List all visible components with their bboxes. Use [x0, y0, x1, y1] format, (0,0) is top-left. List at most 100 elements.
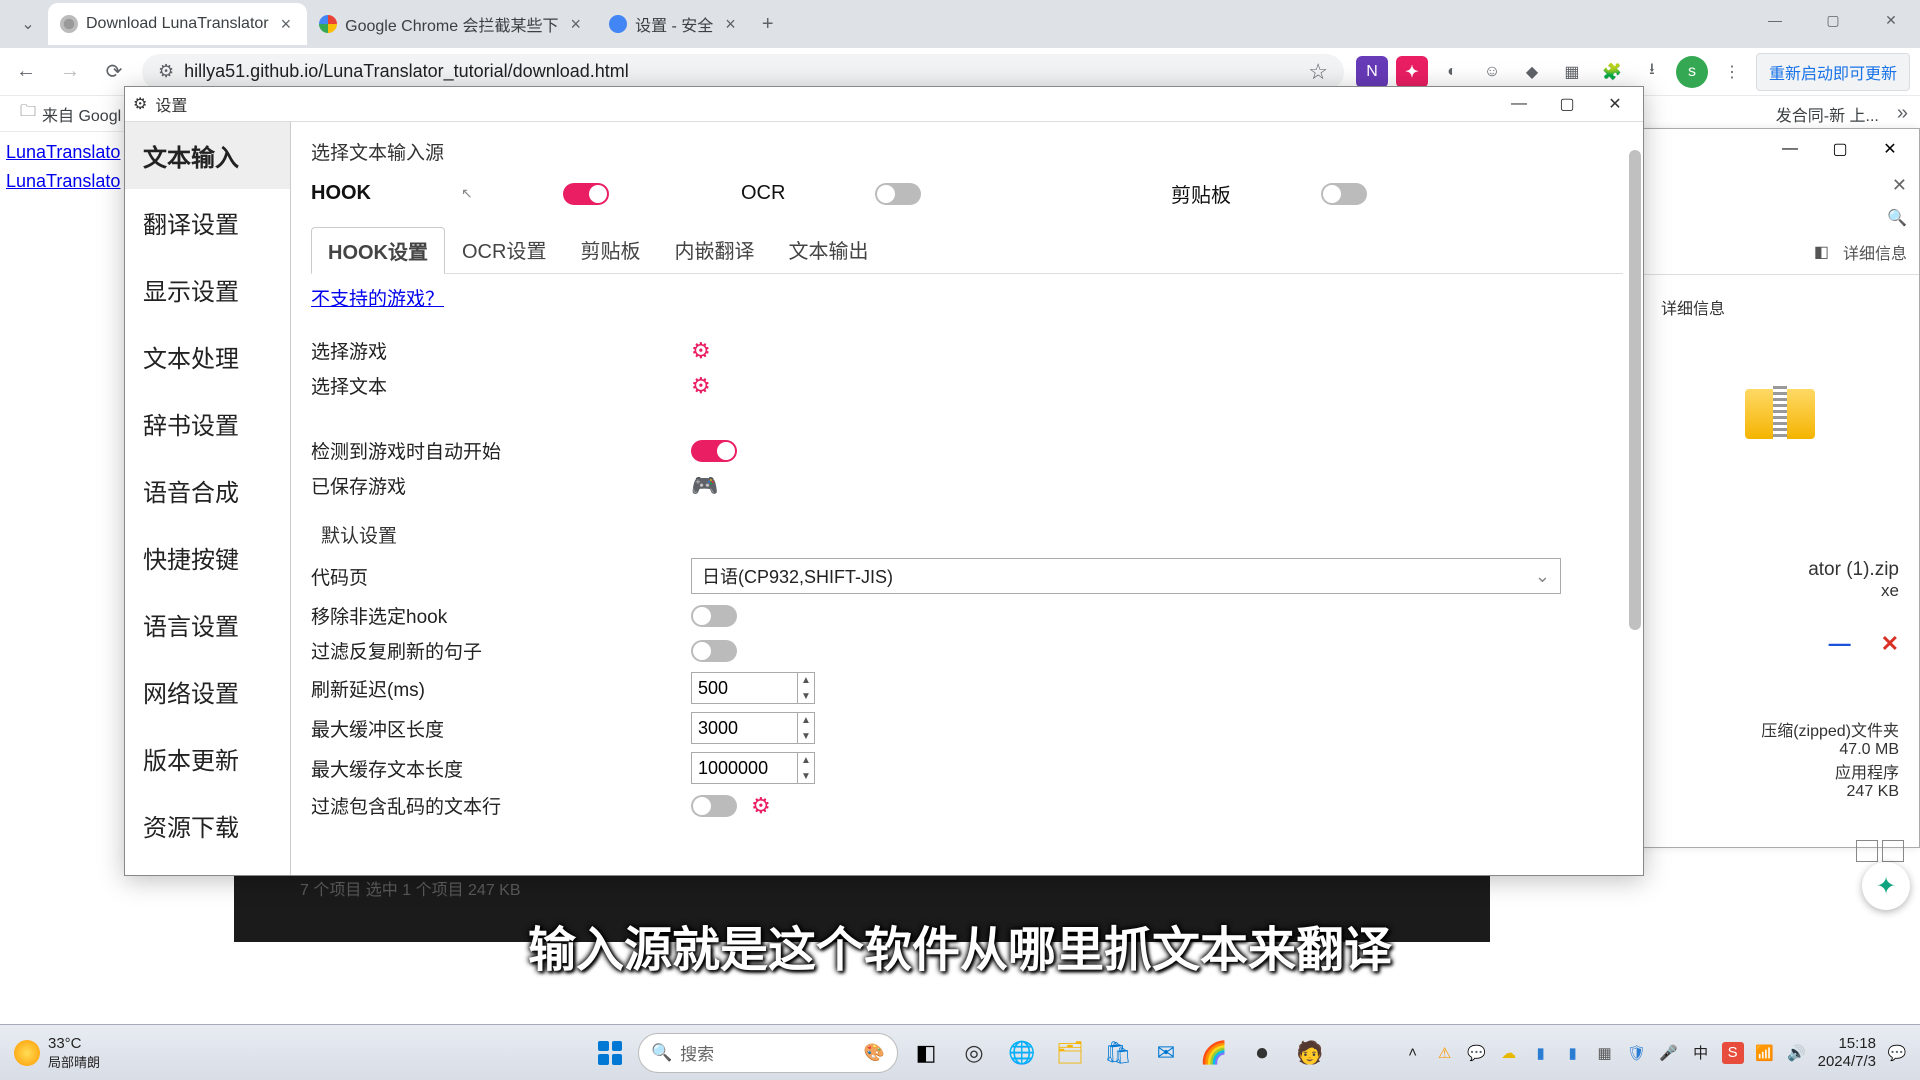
tray-app2-icon[interactable]: ▮ — [1562, 1042, 1584, 1064]
page-link-2[interactable]: LunaTranslato — [6, 167, 120, 196]
tray-input-icon[interactable]: S — [1722, 1042, 1744, 1064]
auto-start-toggle[interactable] — [691, 440, 737, 462]
codepage-select[interactable]: 日语(CP932,SHIFT-JIS) ⌄ — [691, 558, 1561, 594]
new-tab-button[interactable]: + — [752, 7, 784, 42]
taskbar-weather[interactable]: 33°C 局部晴朗 — [14, 1035, 100, 1071]
settings-maximize[interactable]: ▢ — [1547, 90, 1587, 118]
edge-icon[interactable]: 🌐 — [1002, 1033, 1042, 1073]
sidebar-item-translate[interactable]: 翻译设置 — [125, 189, 290, 256]
extension-icon-5[interactable]: ◆ — [1516, 56, 1548, 88]
unsupported-link[interactable]: 不支持的游戏？ — [311, 289, 444, 310]
browser-tab-3[interactable]: 设置 - 安全 × — [597, 3, 752, 45]
explorer-icon[interactable]: 🗂 — [1050, 1033, 1090, 1073]
remove-unselected-toggle[interactable] — [691, 605, 737, 627]
subtab-hook[interactable]: HOOK设置 — [311, 227, 445, 274]
spin-down-icon[interactable]: ▼ — [798, 728, 814, 744]
page-link-1[interactable]: LunaTranslato — [6, 138, 120, 167]
spin-down-icon[interactable]: ▼ — [798, 688, 814, 704]
start-button[interactable] — [590, 1033, 630, 1073]
explorer-close-tab-icon[interactable]: ✕ — [1892, 175, 1907, 196]
tray-mic-icon[interactable]: 🎤 — [1658, 1042, 1680, 1064]
profile-avatar[interactable]: s — [1676, 56, 1708, 88]
tray-clock[interactable]: 15:18 2024/7/3 — [1818, 1035, 1876, 1071]
spin-up-icon[interactable]: ▲ — [798, 712, 814, 728]
tray-shield-icon[interactable]: 🛡 — [1626, 1042, 1648, 1064]
view-list-icon[interactable] — [1856, 840, 1878, 862]
sidebar-item-hotkey[interactable]: 快捷按键 — [125, 524, 290, 591]
view-grid-icon[interactable] — [1882, 840, 1904, 862]
subtab-output[interactable]: 文本输出 — [771, 226, 885, 273]
gamepad-icon[interactable]: 🎮 — [691, 473, 718, 499]
close-button[interactable]: ✕ — [1862, 0, 1920, 40]
explorer-minimize[interactable]: — — [1767, 133, 1813, 165]
source-clip-toggle[interactable] — [1321, 183, 1367, 205]
taskbar-search[interactable]: 🔍 搜索 🎨 — [638, 1033, 898, 1073]
mail-icon[interactable]: ✉ — [1146, 1033, 1186, 1073]
filter-refresh-toggle[interactable] — [691, 640, 737, 662]
tray-ime-icon[interactable]: 中 — [1690, 1042, 1712, 1064]
filter-garbage-gear-icon[interactable]: ⚙ — [751, 793, 771, 819]
bookmark-folder[interactable]: 🗀 来自 Googl — [12, 96, 129, 131]
store-icon[interactable]: 🛍 — [1098, 1033, 1138, 1073]
filter-garbage-toggle[interactable] — [691, 795, 737, 817]
sidebar-item-text-input[interactable]: 文本输入 — [125, 122, 290, 189]
settings-minimize[interactable]: — — [1499, 90, 1539, 118]
menu-icon[interactable]: ⋮ — [1716, 56, 1748, 88]
refresh-delay-input[interactable]: ▲▼ — [691, 672, 815, 704]
sidebar-item-textproc[interactable]: 文本处理 — [125, 323, 290, 390]
restart-update-button[interactable]: 重新启动即可更新 — [1756, 53, 1910, 91]
max-cache-input[interactable]: ▲▼ — [691, 752, 815, 784]
extensions-puzzle-icon[interactable]: 🧩 — [1596, 56, 1628, 88]
maximize-button[interactable]: ▢ — [1804, 0, 1862, 40]
obs-icon[interactable]: ⏺ — [1242, 1033, 1282, 1073]
select-text-gear-icon[interactable]: ⚙ — [691, 373, 711, 399]
sidebar-item-tts[interactable]: 语音合成 — [125, 457, 290, 524]
back-button[interactable]: ← — [10, 56, 42, 88]
close-icon[interactable]: × — [721, 14, 740, 35]
minimize-button[interactable]: — — [1746, 0, 1804, 40]
taskview-icon[interactable]: ◧ — [906, 1033, 946, 1073]
tray-volume-icon[interactable]: 🔊 — [1786, 1042, 1808, 1064]
tray-wechat-icon[interactable]: 💬 — [1466, 1042, 1488, 1064]
chrome-icon[interactable]: 🌈 — [1194, 1033, 1234, 1073]
tray-onedrive-icon[interactable]: ☁ — [1498, 1042, 1520, 1064]
settings-close[interactable]: ✕ — [1595, 90, 1635, 118]
extension-icon-6[interactable]: ▦ — [1556, 56, 1588, 88]
sidebar-item-download[interactable]: 资源下载 — [125, 792, 290, 859]
subtab-ocr[interactable]: OCR设置 — [445, 226, 563, 273]
forward-button[interactable]: → — [54, 56, 86, 88]
source-hook-toggle[interactable] — [563, 183, 609, 205]
tray-app-icon[interactable]: ▮ — [1530, 1042, 1552, 1064]
subtab-clip[interactable]: 剪贴板 — [563, 226, 657, 273]
spin-up-icon[interactable]: ▲ — [798, 672, 814, 688]
extension-icon-4[interactable]: ☺ — [1476, 56, 1508, 88]
bookmarks-overflow-icon[interactable]: » — [1897, 102, 1908, 125]
sidebar-item-update[interactable]: 版本更新 — [125, 725, 290, 792]
reload-button[interactable]: ⟳ — [98, 56, 130, 88]
tray-wifi-icon[interactable]: 📶 — [1754, 1042, 1776, 1064]
select-game-gear-icon[interactable]: ⚙ — [691, 338, 711, 364]
copilot-icon[interactable]: ◎ — [954, 1033, 994, 1073]
max-cache-field[interactable] — [692, 758, 797, 779]
details-button[interactable]: 详细信息 — [1843, 240, 1907, 264]
sidebar-item-dict[interactable]: 辞书设置 — [125, 390, 290, 457]
bookmark-star-icon[interactable]: ☆ — [1308, 59, 1328, 85]
max-buffer-input[interactable]: ▲▼ — [691, 712, 815, 744]
close-icon[interactable]: × — [567, 14, 586, 35]
browser-tab-1[interactable]: Download LunaTranslator × — [48, 3, 307, 45]
window-minimize-icon[interactable]: — — [1829, 631, 1851, 657]
tray-app3-icon[interactable]: ▦ — [1594, 1042, 1616, 1064]
sidebar-item-lang[interactable]: 语言设置 — [125, 591, 290, 658]
sidebar-item-network[interactable]: 网络设置 — [125, 658, 290, 725]
explorer-close[interactable]: ✕ — [1867, 133, 1913, 165]
spin-down-icon[interactable]: ▼ — [798, 768, 814, 784]
extension-icon-3[interactable]: ◐ — [1436, 56, 1468, 88]
ai-assistant-fab[interactable]: ✦ — [1862, 862, 1910, 910]
tray-notifications-icon[interactable]: 💬 — [1886, 1042, 1908, 1064]
search-icon[interactable]: 🔍 — [1887, 208, 1907, 228]
tab-scroll-left[interactable]: ⌄ — [8, 14, 48, 34]
max-buffer-field[interactable] — [692, 718, 797, 739]
explorer-maximize[interactable]: ▢ — [1817, 133, 1863, 165]
sidebar-item-display[interactable]: 显示设置 — [125, 256, 290, 323]
scrollbar-thumb[interactable] — [1629, 150, 1641, 630]
